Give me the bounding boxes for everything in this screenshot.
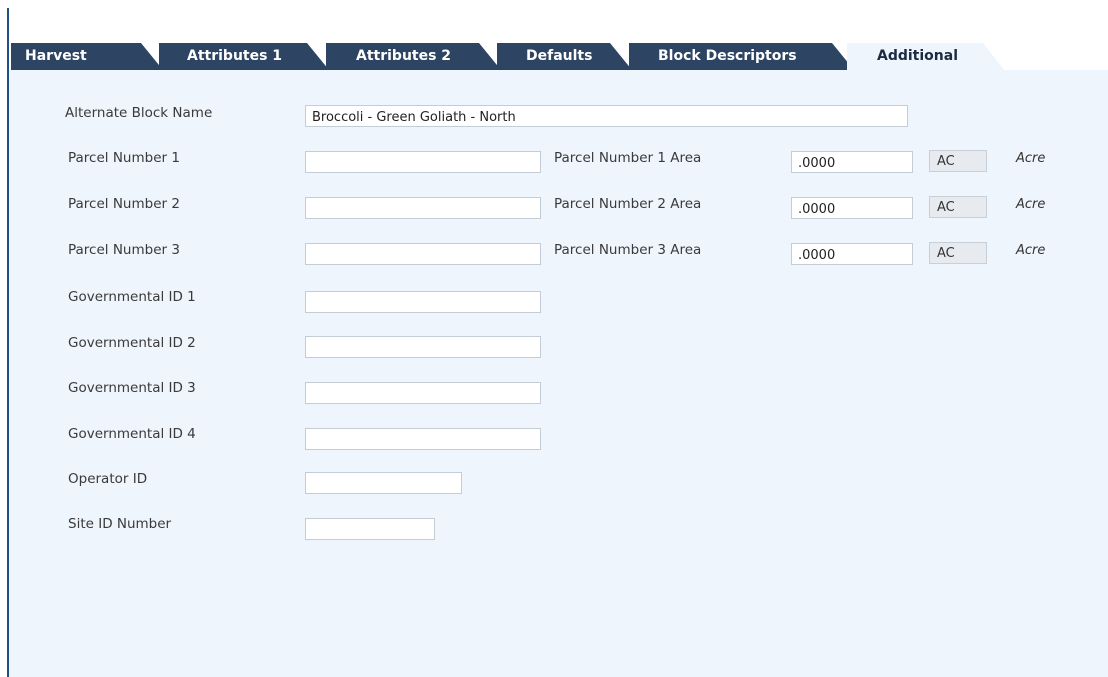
parcel-number-3-uom: AC [929,242,987,264]
tab-strip-bottom [9,70,1108,95]
tab-block-descriptors[interactable]: Block Descriptors [629,43,854,70]
parcel-number-2-uom: AC [929,196,987,218]
parcel-number-1-uom-description: Acre [1016,151,1046,166]
governmental-id-2-input[interactable] [305,336,541,358]
governmental-id-4-label: Governmental ID 4 [68,426,196,442]
form-frame: Harvest Attributes 1 Attributes 2 Defaul… [7,8,1108,677]
parcel-number-3-area-input[interactable]: .0000 [791,243,913,265]
site-id-number-label: Site ID Number [68,516,172,532]
parcel-number-3-uom-description: Acre [1016,243,1046,258]
parcel-number-2-area-label: Parcel Number 2 Area [554,196,702,212]
parcel-number-1-area-input[interactable]: .0000 [791,151,913,173]
parcel-number-3-area-label: Parcel Number 3 Area [554,242,702,258]
governmental-id-1-label: Governmental ID 1 [68,289,196,305]
governmental-id-3-label: Governmental ID 3 [68,380,196,396]
parcel-number-2-label: Parcel Number 2 [68,196,180,212]
parcel-number-1-uom: AC [929,150,987,172]
tab-defaults[interactable]: Defaults [497,43,632,70]
parcel-number-2-uom-description: Acre [1016,197,1046,212]
operator-id-input[interactable] [305,472,462,494]
parcel-number-1-label: Parcel Number 1 [68,150,180,166]
tab-additional[interactable]: Additional [847,43,1005,71]
tab-attributes-1[interactable]: Attributes 1 [159,43,329,70]
governmental-id-1-input[interactable] [305,291,541,313]
parcel-number-1-area-label: Parcel Number 1 Area [554,150,702,166]
tab-attributes-2[interactable]: Attributes 2 [326,43,501,70]
governmental-id-4-input[interactable] [305,428,541,450]
operator-id-label: Operator ID [68,471,148,487]
parcel-number-2-area-input[interactable]: .0000 [791,197,913,219]
parcel-number-1-input[interactable] [305,151,541,173]
tab-harvest[interactable]: Harvest [11,43,163,70]
governmental-id-2-label: Governmental ID 2 [68,335,196,351]
parcel-number-3-input[interactable] [305,243,541,265]
parcel-number-2-input[interactable] [305,197,541,219]
additional-panel: Alternate Block Name Broccoli - Green Go… [9,95,1108,677]
alternate-block-name-label: Alternate Block Name [65,105,213,121]
parcel-number-3-label: Parcel Number 3 [68,242,180,258]
site-id-number-input[interactable] [305,518,435,540]
governmental-id-3-input[interactable] [305,382,541,404]
alternate-block-name-input[interactable]: Broccoli - Green Goliath - North [305,105,908,127]
